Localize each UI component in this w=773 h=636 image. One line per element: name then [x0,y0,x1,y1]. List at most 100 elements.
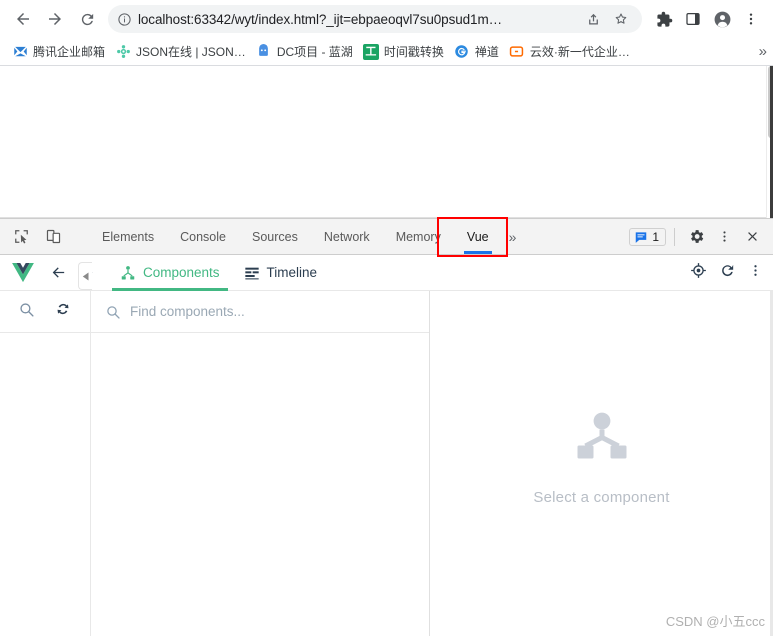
vue-tab-list: Components Timeline [108,255,329,291]
rail-refresh-icon[interactable] [54,300,72,323]
side-panel-icon [686,13,700,25]
empty-state-text: Select a component [533,488,670,506]
component-tree-glyph-icon [577,412,626,458]
chevron-left-icon [82,272,88,280]
side-panel-button[interactable] [679,5,707,33]
browser-menu-button[interactable] [737,5,765,33]
yunxiao-glyph-icon [510,46,524,57]
bookmark-item-yunxiao[interactable]: 云效·新一代企业… [505,41,636,62]
vue-tab-label: Components [143,265,220,280]
component-search-bar[interactable] [91,291,429,333]
devtools-settings-button[interactable] [683,224,709,250]
more-tabs-button[interactable]: » [502,219,524,254]
bookmark-label: 腾讯企业邮箱 [33,45,106,59]
bookmark-item-lanhu[interactable]: DC项目 - 蓝湖 [252,41,359,62]
message-bubble-icon [636,231,647,243]
tab-label: Vue [466,229,489,244]
bookmarks-overflow-button[interactable]: » [759,44,767,59]
devtools-tab-list: Elements Console Sources Network Memory … [89,219,523,254]
tab-label: Console [180,229,226,244]
vue-tab-timeline[interactable]: Timeline [232,255,330,291]
vue-component-detail-pane: Select a component CSDN @小五ccc [430,291,773,636]
bookmark-label: 禅道 [474,45,499,59]
back-button[interactable] [8,4,38,34]
tab-vue[interactable]: Vue [454,219,502,254]
more-menu-icon[interactable] [748,263,763,283]
issues-count: 1 [652,229,659,244]
star-icon [615,13,627,24]
rail-search-icon[interactable] [18,301,35,323]
empty-state: Select a component [533,412,669,506]
component-tree-list[interactable] [91,333,429,636]
search-icon [107,305,120,319]
arrow-left-icon [52,267,64,278]
device-toolbar-button[interactable] [40,224,66,250]
bookmark-button[interactable] [610,8,632,30]
search-icon [20,302,34,317]
tab-sources[interactable]: Sources [239,219,311,254]
vue-logo-icon [10,262,36,283]
bookmark-item-timestamp[interactable]: 工 时间戳转换 [359,41,450,62]
sync-arrows-icon [57,303,69,315]
issues-badge[interactable]: 1 [629,227,666,246]
devtools-close-button[interactable] [739,224,765,250]
reload-button[interactable] [72,4,102,34]
timestamp-icon: 工 [362,43,379,60]
component-tree-icon [576,412,628,467]
devtools-panel: Elements Console Sources Network Memory … [0,217,773,636]
browser-toolbar-actions [650,5,765,33]
tab-console[interactable]: Console [167,219,239,254]
yunxiao-icon [509,44,525,60]
forward-button[interactable] [40,4,70,34]
vue-back-button[interactable] [44,259,72,287]
vue-tab-components[interactable]: Components [108,255,232,291]
crosshair-target-icon [691,262,706,278]
reload-icon [81,13,93,25]
select-component-icon[interactable] [690,262,707,284]
zentao-glyph-icon [455,45,469,58]
tab-network[interactable]: Network [311,219,383,254]
vue-rail-toolbar [0,291,90,333]
kebab-menu-icon [722,231,726,242]
page-viewport [0,66,773,218]
json-online-icon [115,44,131,60]
bookmark-item-zentao[interactable]: 禅道 [450,41,505,62]
address-bar[interactable]: localhost:63342/wyt/index.html?_ijt=ebpa… [108,5,642,33]
vue-panel-body: Select a component CSDN @小五ccc [0,262,773,636]
arrow-right-icon [49,13,61,25]
vue-tab-label: Timeline [266,265,318,280]
share-button[interactable] [582,8,604,30]
tab-label: Sources [251,229,298,244]
refresh-icon[interactable] [719,262,736,284]
profile-button[interactable] [708,5,736,33]
devtools-menu-button[interactable] [711,224,737,250]
site-info-icon[interactable] [117,12,132,27]
tab-elements[interactable]: Elements [89,219,167,254]
timeline-icon [244,267,259,279]
vue-logo-glyph-icon [12,262,34,282]
extensions-button[interactable] [650,5,678,33]
inspect-element-button[interactable] [8,224,34,250]
bookmark-label: 时间戳转换 [383,45,444,59]
bookmark-item-tencent-mail[interactable]: 腾讯企业邮箱 [8,41,111,62]
refresh-arrow-icon [722,264,734,276]
find-components-input[interactable] [130,304,415,319]
vue-left-rail [0,291,91,636]
zentao-icon [454,44,470,60]
tab-memory[interactable]: Memory [383,219,454,254]
close-icon [747,232,757,241]
vue-toolbar-actions [690,262,763,284]
bookmarks-bar: 腾讯企业邮箱 JSON在线 | JSON… DC项目 - 蓝湖 工 时间戳转换 … [0,38,773,66]
sidebar-collapse-handle[interactable] [78,262,92,290]
profile-avatar-icon [714,11,730,27]
bookmark-item-json-online[interactable]: JSON在线 | JSON… [111,41,252,62]
address-bar-url: localhost:63342/wyt/index.html?_ijt=ebpa… [138,11,503,27]
lanhu-glyph-icon [259,44,269,56]
vue-rail-content [0,333,90,636]
arrow-left-icon [17,13,29,25]
bookmark-label: JSON在线 | JSON… [136,45,246,59]
vue-component-tree-pane [91,291,430,636]
tencent-mail-icon [12,44,28,60]
puzzle-icon [656,11,672,27]
bookmark-label: DC项目 - 蓝湖 [276,45,353,59]
